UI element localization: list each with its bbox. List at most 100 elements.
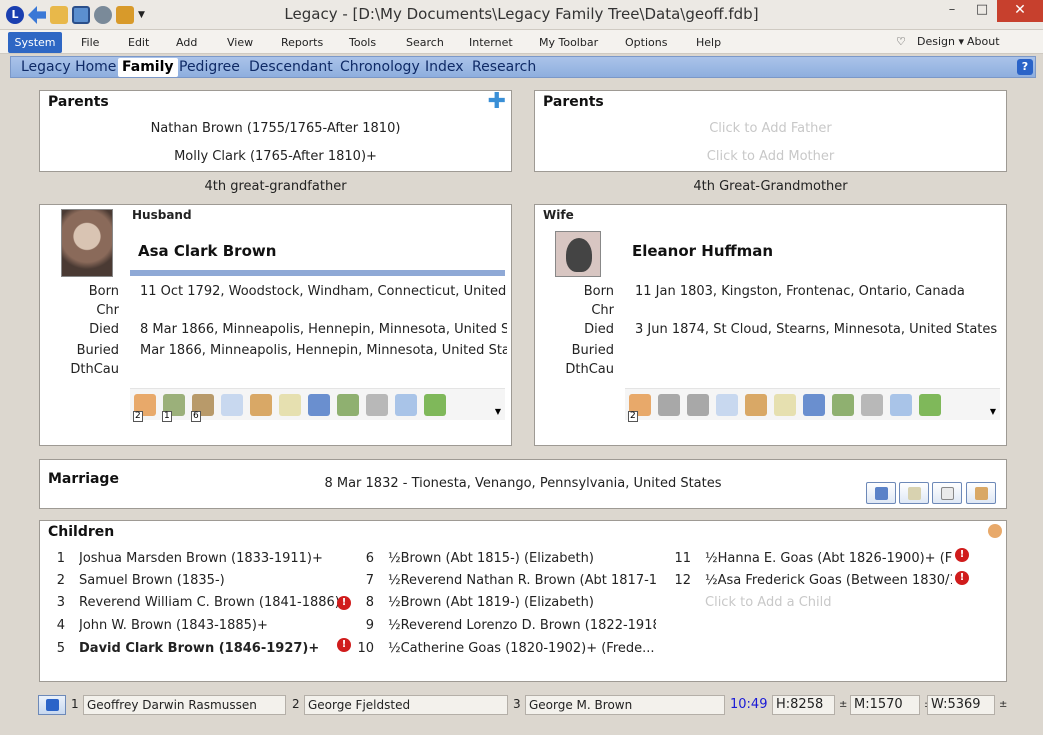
wife-died-value[interactable]: 3 Jun 1874, St Cloud, Stearns, Minnesota…	[635, 322, 1002, 337]
menu-view[interactable]: View	[227, 36, 253, 49]
edit-notes-icon[interactable]	[774, 393, 796, 416]
marriage-media-button[interactable]	[966, 482, 996, 504]
person-icon[interactable]	[424, 393, 446, 416]
minimize-button[interactable]: –	[937, 0, 967, 22]
add-mother-link[interactable]: Click to Add Mother	[535, 149, 1006, 164]
clock-time: 10:49	[730, 697, 768, 712]
child-name: ½Asa Frederick Goas (Between 1830/1831	[705, 573, 952, 588]
edit-notes-icon[interactable]	[279, 393, 301, 416]
help-icon[interactable]: ?	[1017, 59, 1033, 75]
husband-died-value[interactable]: 8 Mar 1866, Minneapolis, Hennepin, Minne…	[140, 322, 507, 337]
recent-person-slot[interactable]: George M. Brown	[525, 695, 725, 715]
recent-person-slot[interactable]: George Fjeldsted	[304, 695, 508, 715]
child-name: John W. Brown (1843-1885)+	[79, 618, 268, 633]
add-child-link[interactable]: Click to Add a Child	[705, 595, 905, 610]
sources-icon[interactable]	[308, 393, 330, 416]
tab-family[interactable]: Family	[118, 58, 178, 77]
warning-icon[interactable]: !	[337, 638, 351, 652]
husband-name[interactable]: Asa Clark Brown	[138, 242, 276, 260]
menu-add[interactable]: Add	[176, 36, 197, 49]
menu-file[interactable]: File	[81, 36, 99, 49]
add-father-link[interactable]: Click to Add Father	[535, 121, 1006, 136]
husband-parents-panel: Parents ✚ Nathan Brown (1755/1765-After …	[39, 90, 512, 172]
media-icon[interactable]	[745, 393, 767, 416]
bookmark-button[interactable]	[38, 695, 66, 715]
toolstrip-more-icon[interactable]: ▼	[495, 407, 501, 416]
menu-reports[interactable]: Reports	[281, 36, 323, 49]
husband-rin[interactable]: H:8258	[772, 695, 835, 715]
event-label-born: Born	[88, 284, 119, 299]
event-label-dthcau: DthCau	[70, 362, 119, 377]
warning-icon[interactable]: !	[337, 596, 351, 610]
child-name: ½Brown (Abt 1815-) (Elizabeth)	[388, 551, 594, 566]
husband-buried-value[interactable]: Mar 1866, Minneapolis, Hennepin, Minneso…	[140, 343, 507, 358]
address-icon[interactable]	[861, 393, 883, 416]
menu-edit[interactable]: Edit	[128, 36, 149, 49]
system-menu-button[interactable]: System	[8, 32, 62, 53]
wife-toolstrip: 2 ▼	[625, 388, 1000, 422]
add-parents-icon[interactable]: ✚	[488, 91, 506, 113]
husband-photo[interactable]	[61, 209, 113, 277]
to-do-icon[interactable]	[890, 393, 912, 416]
marriage-sources-button[interactable]	[866, 482, 896, 504]
husband-born-value[interactable]: 11 Oct 1792, Woodstock, Windham, Connect…	[140, 284, 507, 299]
tab-research[interactable]: Research	[468, 58, 540, 77]
associations-icon[interactable]	[337, 393, 359, 416]
tab-descendant[interactable]: Descendant	[245, 58, 337, 77]
siblings-icon[interactable]: 6	[191, 393, 214, 422]
media-icon[interactable]	[250, 393, 272, 416]
siblings-icon[interactable]	[687, 393, 709, 416]
husband-mother[interactable]: Molly Clark (1765-After 1810)+	[40, 149, 511, 164]
slot-number: 1	[71, 697, 79, 711]
notes-icon[interactable]	[716, 393, 738, 416]
wife-born-value[interactable]: 11 Jan 1803, Kingston, Frontenac, Ontari…	[635, 284, 1002, 299]
window-title: Legacy - [D:\My Documents\Legacy Family …	[284, 5, 759, 23]
tab-pedigree[interactable]: Pedigree	[175, 58, 244, 77]
warning-icon[interactable]: !	[955, 571, 969, 585]
about-menu[interactable]: About	[967, 35, 1000, 48]
wife-name[interactable]: Eleanor Huffman	[632, 242, 773, 260]
spouses-icon[interactable]: 2	[133, 393, 156, 422]
parents-icon[interactable]: 1	[162, 393, 185, 422]
person-icon[interactable]	[919, 393, 941, 416]
toolstrip-more-icon[interactable]: ▼	[990, 407, 996, 416]
recent-person-slot[interactable]: Geoffrey Darwin Rasmussen	[83, 695, 286, 715]
tab-chronology[interactable]: Chronology	[336, 58, 424, 77]
wife-rin[interactable]: W:5369	[927, 695, 995, 715]
associations-icon[interactable]	[832, 393, 854, 416]
menu-options[interactable]: Options	[625, 36, 667, 49]
address-icon[interactable]	[366, 393, 388, 416]
tab-legacy-home[interactable]: Legacy Home	[17, 58, 120, 77]
sources-icon[interactable]	[803, 393, 825, 416]
wife-photo[interactable]	[555, 231, 601, 277]
menu-my-toolbar[interactable]: My Toolbar	[539, 36, 598, 49]
notes-icon[interactable]	[221, 393, 243, 416]
spouses-icon[interactable]: 2	[628, 393, 651, 422]
tab-index[interactable]: Index	[421, 58, 468, 77]
child-name: David Clark Brown (1846-1927)+	[79, 641, 320, 656]
husband-father[interactable]: Nathan Brown (1755/1765-After 1810)	[40, 121, 511, 136]
to-do-icon[interactable]	[395, 393, 417, 416]
husband-label: Husband	[132, 208, 192, 222]
child-number: 12	[674, 573, 691, 588]
wife-rin-stepper[interactable]: ±	[999, 699, 1007, 710]
event-label-died: Died	[89, 322, 119, 337]
warning-icon[interactable]: !	[955, 548, 969, 562]
husband-rin-stepper[interactable]: ±	[839, 699, 847, 710]
child-options-icon[interactable]	[988, 524, 1002, 538]
ribbon-collapse-icon[interactable]: ♡	[896, 35, 906, 48]
marriage-page-button[interactable]	[932, 482, 962, 504]
maximize-button[interactable]: □	[967, 0, 997, 22]
marriage-details[interactable]: 8 Mar 1832 - Tionesta, Venango, Pennsylv…	[40, 476, 1006, 491]
parents-icon[interactable]	[658, 393, 680, 416]
marriage-mrin[interactable]: M:1570	[850, 695, 920, 715]
menu-tools[interactable]: Tools	[349, 36, 376, 49]
marriage-notes-button[interactable]	[899, 482, 929, 504]
close-button[interactable]: ✕	[997, 0, 1043, 22]
menu-search[interactable]: Search	[406, 36, 444, 49]
design-menu[interactable]: Design ▾	[917, 35, 964, 48]
menu-internet[interactable]: Internet	[469, 36, 513, 49]
event-label-buried: Buried	[76, 343, 119, 358]
menu-help[interactable]: Help	[696, 36, 721, 49]
child-name: ½Reverend Nathan R. Brown (Abt 1817-1897…	[388, 573, 656, 588]
